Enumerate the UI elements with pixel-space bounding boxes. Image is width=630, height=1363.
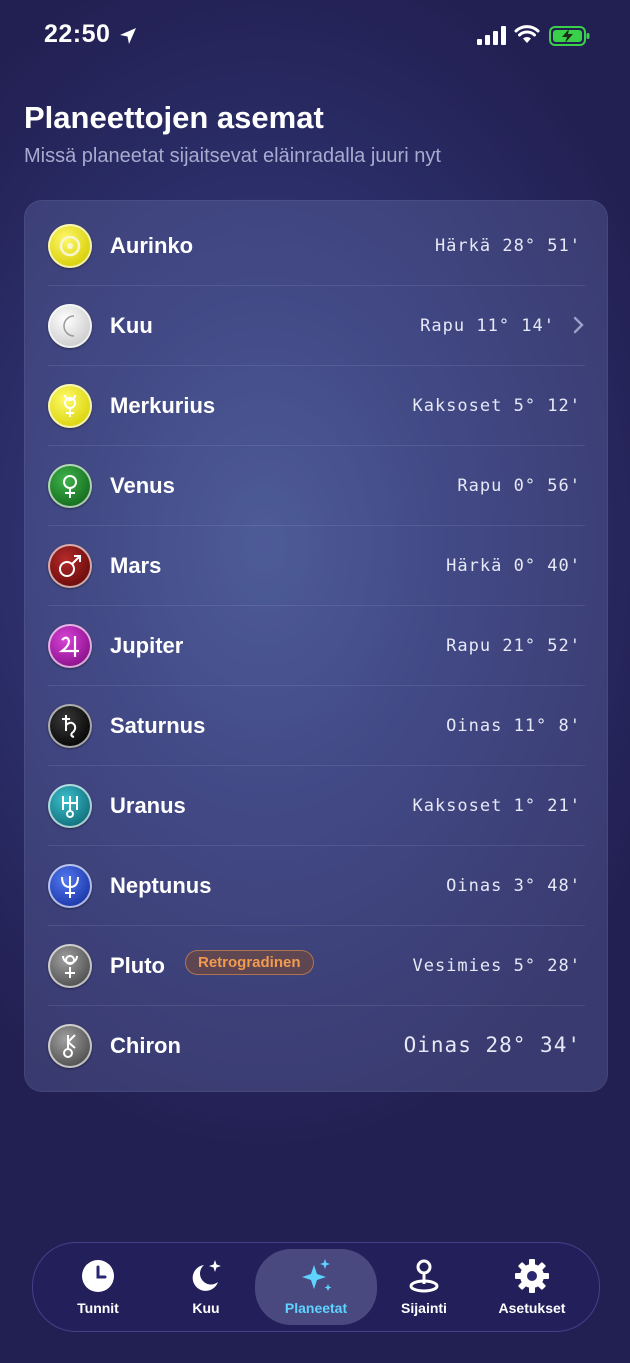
tab-kuu[interactable]: Kuu [151, 1243, 261, 1331]
tab-bar: Tunnit Kuu Planeetat Sijainti Asetukset [32, 1242, 600, 1332]
planet-position: Oinas 3° 48' [446, 876, 581, 896]
planet-name: Mars [110, 553, 162, 578]
clock-icon [82, 1260, 114, 1292]
tab-asetukset[interactable]: Asetukset [477, 1243, 587, 1331]
chevron-right-icon[interactable] [573, 316, 585, 334]
neptune-icon [48, 864, 92, 908]
tab-tunnit[interactable]: Tunnit [43, 1243, 153, 1331]
planet-name: Jupiter [110, 633, 184, 658]
tab-planeetat[interactable]: Planeetat [255, 1249, 377, 1325]
wifi-icon [514, 25, 540, 43]
tab-label: Tunnit [77, 1300, 119, 1316]
cellular-signal-icon [477, 26, 506, 45]
venus-icon [48, 464, 92, 508]
planet-name: Venus [110, 473, 175, 498]
tab-label: Asetukset [498, 1300, 566, 1316]
sun-icon [48, 224, 92, 268]
moon-stars-icon [192, 1260, 221, 1291]
planet-position: Rapu 21° 52' [446, 636, 581, 656]
planet-position: Härkä 28° 51' [434, 236, 581, 256]
mars-icon [48, 544, 92, 588]
planet-row-uranus[interactable]: Uranus Kaksoset 1° 21' [25, 766, 607, 846]
planet-name: Pluto [110, 953, 165, 978]
planet-position: Kaksoset 1° 21' [412, 796, 581, 816]
planet-row-mars[interactable]: Mars Härkä 0° 40' [25, 526, 607, 606]
planet-list: Aurinko Härkä 28° 51' Kuu Rapu 11° 14' M… [24, 200, 608, 1092]
chiron-icon [48, 1024, 92, 1068]
planet-position: Rapu 0° 56' [457, 476, 581, 496]
pluto-icon [48, 944, 92, 988]
uranus-icon [48, 784, 92, 828]
planet-row-neptunus[interactable]: Neptunus Oinas 3° 48' [25, 846, 607, 926]
planet-row-kuu[interactable]: Kuu Rapu 11° 14' [25, 286, 607, 366]
mercury-icon [48, 384, 92, 428]
saturn-icon [48, 704, 92, 748]
gear-icon [515, 1259, 549, 1293]
planet-position: Härkä 0° 40' [446, 556, 581, 576]
planet-row-aurinko[interactable]: Aurinko Härkä 28° 51' [25, 206, 607, 286]
planet-name: Uranus [110, 793, 186, 818]
retrograde-badge: Retrogradinen [185, 950, 314, 975]
planet-position: Oinas 11° 8' [446, 716, 581, 736]
planet-position: Kaksoset 5° 12' [412, 396, 581, 416]
planet-position: Vesimies 5° 28' [412, 956, 581, 976]
tab-label: Kuu [192, 1300, 220, 1316]
tab-label: Sijainti [401, 1300, 447, 1316]
planet-name: Kuu [110, 313, 153, 338]
planet-row-jupiter[interactable]: Jupiter Rapu 21° 52' [25, 606, 607, 686]
planet-name: Neptunus [110, 873, 212, 898]
planet-row-chiron[interactable]: Chiron Oinas 28° 34' [25, 1006, 607, 1086]
planet-position: Oinas 28° 34' [403, 1033, 581, 1057]
page-subtitle: Missä planeetat sijaitsevat eläinradalla… [24, 145, 441, 167]
status-bar: 22:50 [0, 0, 630, 70]
page-title: Planeettojen asemat [24, 100, 324, 135]
battery-charging-icon [549, 26, 590, 46]
moon-icon [48, 304, 92, 348]
planet-name: Aurinko [110, 233, 194, 258]
planet-row-merkurius[interactable]: Merkurius Kaksoset 5° 12' [25, 366, 607, 446]
location-arrow-icon [120, 28, 136, 44]
tab-sijainti[interactable]: Sijainti [369, 1243, 479, 1331]
planet-row-pluto[interactable]: Pluto Retrogradinen Vesimies 5° 28' [25, 926, 607, 1006]
planet-row-saturnus[interactable]: Saturnus Oinas 11° 8' [25, 686, 607, 766]
planet-name: Merkurius [110, 393, 216, 418]
planet-row-venus[interactable]: Venus Rapu 0° 56' [25, 446, 607, 526]
planet-name: Chiron [110, 1033, 181, 1058]
status-time: 22:50 [44, 20, 111, 48]
planet-name: Saturnus [110, 713, 206, 738]
sparkles-icon [302, 1259, 332, 1291]
location-pin-icon [409, 1259, 439, 1293]
tab-label: Planeetat [284, 1300, 348, 1316]
jupiter-icon [48, 624, 92, 668]
planet-position: Rapu 11° 14' [420, 316, 555, 336]
